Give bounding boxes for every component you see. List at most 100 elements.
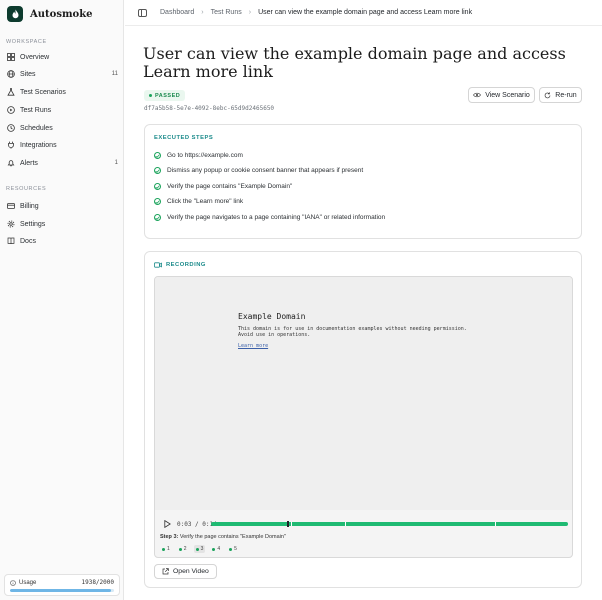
card-icon: [6, 202, 15, 211]
usage-value: 1938/2000: [81, 579, 114, 586]
refresh-icon: [544, 91, 551, 99]
current-step-text: Verify the page contains "Example Domain…: [179, 534, 286, 540]
step-marker-number: 3: [200, 546, 204, 552]
sidebar-item-integrations[interactable]: Integrations: [6, 138, 118, 152]
timeline-step-tick: [494, 522, 496, 526]
step-text: Verify the page navigates to a page cont…: [167, 214, 386, 221]
page-title: User can view the example domain page an…: [143, 44, 566, 81]
sidebar-item-test-scenarios[interactable]: Test Scenarios: [6, 85, 118, 99]
breadcrumb-current: User can view the example domain page an…: [258, 9, 473, 16]
step-marker-number: 1: [167, 546, 170, 552]
alerts-count: 1: [114, 160, 118, 166]
step-marker-dot: [178, 547, 182, 551]
step-marker[interactable]: 2: [177, 545, 189, 553]
step-item: Click the "Learn more" link: [154, 198, 243, 205]
run-id: df7a5b58-5e7e-4092-8ebc-65d9d2465650: [144, 105, 275, 112]
recorded-page-body: This domain is for use in documentation …: [238, 326, 518, 338]
info-icon: [10, 579, 16, 586]
usage-fill: [10, 589, 111, 592]
open-video-label: Open Video: [173, 568, 209, 575]
chevron-right-icon: ›: [248, 9, 252, 16]
external-link-icon: [162, 568, 169, 575]
brand[interactable]: Autosmoke: [7, 6, 93, 22]
video-controls: 0:03 / 0:14: [155, 517, 572, 531]
globe-icon: [6, 70, 15, 79]
sidebar-item-billing[interactable]: Billing: [6, 199, 118, 213]
play-icon[interactable]: [163, 520, 171, 528]
sidebar-item-label: Docs: [20, 237, 36, 245]
step-marker[interactable]: 4: [210, 545, 222, 553]
step-item: Verify the page navigates to a page cont…: [154, 214, 385, 221]
plug-icon: [6, 141, 15, 150]
view-scenario-button[interactable]: View Scenario: [468, 87, 535, 103]
step-marker-dot: [212, 547, 216, 551]
breadcrumb-test-runs[interactable]: Test Runs: [211, 9, 242, 16]
step-marker[interactable]: 5: [227, 545, 239, 553]
recorded-page-body-line: Avoid use in operations.: [238, 332, 311, 338]
check-circle-icon: [154, 214, 161, 221]
step-marker[interactable]: 1: [160, 545, 172, 553]
timeline-playhead[interactable]: [287, 521, 289, 527]
video-player[interactable]: Example Domain This domain is for use in…: [154, 276, 573, 558]
sidebar-item-label: Test Scenarios: [20, 88, 66, 96]
step-marker-dot: [195, 547, 199, 551]
check-circle-icon: [154, 183, 161, 190]
sidebar-item-overview[interactable]: Overview: [6, 50, 118, 64]
step-text: Verify the page contains "Example Domain…: [167, 183, 293, 190]
recording-card: RECORDING Example Domain This domain is …: [144, 251, 582, 588]
step-marker-number: 5: [234, 546, 237, 552]
executed-steps-card: EXECUTED STEPS Go to https://example.com…: [144, 124, 582, 239]
step-markers: 1 2 3 4 5: [160, 545, 239, 553]
usage-track: [10, 589, 114, 592]
step-marker-dot: [229, 547, 233, 551]
timeline-step-tick: [344, 522, 346, 526]
step-item: Dismiss any popup or cookie consent bann…: [154, 167, 363, 174]
sidebar-item-label: Test Runs: [20, 106, 52, 114]
view-scenario-label: View Scenario: [485, 91, 530, 99]
clock-icon: [6, 124, 15, 133]
sidebar-item-label: Sites: [20, 70, 36, 78]
step-text: Dismiss any popup or cookie consent bann…: [167, 167, 364, 174]
status-dot-icon: [149, 94, 152, 97]
sidebar-item-alerts[interactable]: Alerts 1: [6, 156, 118, 170]
timeline-step-tick: [291, 522, 293, 526]
sidebar-item-test-runs[interactable]: Test Runs: [6, 103, 118, 117]
workspace-section-label: WORKSPACE: [6, 39, 47, 45]
check-circle-icon: [154, 152, 161, 159]
sites-count: 11: [111, 71, 118, 77]
step-item: Go to https://example.com: [154, 152, 243, 159]
chevron-right-icon: ›: [201, 9, 204, 16]
sidebar-item-label: Alerts: [20, 159, 38, 167]
current-step-caption: Step 3: Verify the page contains "Exampl…: [160, 534, 286, 540]
sidebar-toggle-icon[interactable]: [138, 8, 147, 17]
status-text: PASSED: [155, 92, 181, 99]
resources-section-label: RESOURCES: [6, 186, 47, 192]
step-text: Go to https://example.com: [167, 152, 243, 159]
sidebar-item-settings[interactable]: Settings: [6, 217, 118, 231]
rerun-button[interactable]: Re-run: [539, 87, 582, 103]
sidebar-item-label: Overview: [20, 53, 50, 61]
video-camera-icon: [154, 262, 162, 268]
check-circle-icon: [154, 198, 161, 205]
open-video-button[interactable]: Open Video: [154, 564, 217, 579]
sidebar-item-sites[interactable]: Sites 11: [6, 67, 118, 81]
video-frame: Example Domain This domain is for use in…: [155, 277, 572, 510]
check-circle-icon: [154, 167, 161, 174]
sidebar-item-schedules[interactable]: Schedules: [6, 121, 118, 135]
video-timeline[interactable]: [211, 521, 568, 527]
status-badge: PASSED: [144, 90, 186, 101]
grid-icon: [6, 53, 15, 62]
play-circle-icon: [6, 106, 15, 115]
executed-steps-heading: EXECUTED STEPS: [154, 135, 214, 141]
recording-heading: RECORDING: [154, 262, 206, 268]
step-marker-number: 2: [183, 546, 187, 552]
sidebar-item-label: Integrations: [20, 141, 57, 149]
sidebar-item-label: Billing: [20, 202, 39, 210]
sidebar-item-docs[interactable]: Docs: [6, 234, 118, 248]
step-marker-dot: [162, 547, 165, 551]
step-text: Click the "Learn more" link: [167, 198, 244, 205]
step-marker-active[interactable]: 3: [193, 545, 206, 553]
breadcrumb: Dashboard › Test Runs › User can view th…: [125, 0, 602, 26]
usage-label: Usage: [19, 579, 37, 586]
breadcrumb-dashboard[interactable]: Dashboard: [160, 9, 194, 16]
